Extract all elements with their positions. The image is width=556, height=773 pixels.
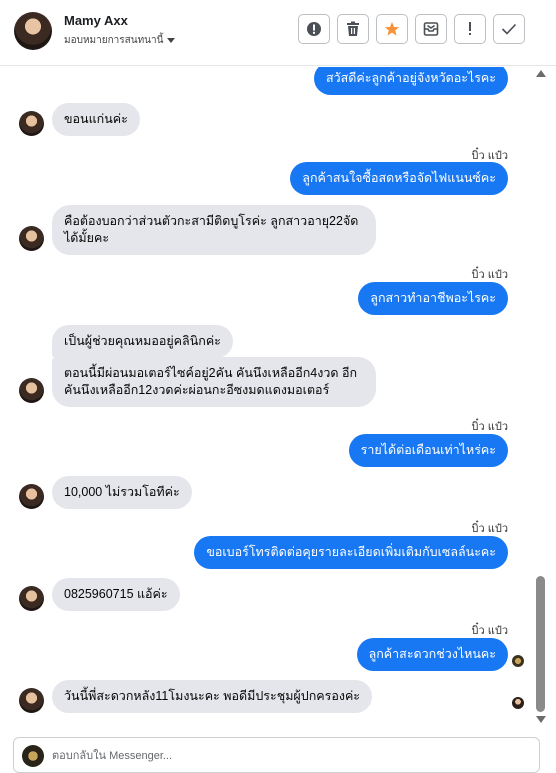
message-bubble-incoming: วันนี้พี่สะดวกหลัง11โมงนะคะ พอดีมีประชุม…	[52, 680, 373, 713]
contact-avatar-small	[19, 688, 44, 713]
scroll-down-arrow-icon[interactable]	[536, 716, 546, 723]
delete-button[interactable]	[337, 14, 369, 44]
exclamation-icon	[469, 22, 471, 35]
message-bubble-incoming: เป็นผู้ช่วยคุณหมออยู่คลินิกค่ะ	[52, 325, 233, 358]
message-bubble-outgoing: ลูกค้าสะดวกช่วงไหนคะ	[356, 638, 508, 671]
message-row-outgoing: ลูกค้าสนใจซื้อสดหรือจัดไฟแนนซ์คะ	[290, 162, 508, 195]
contact-avatar-small	[19, 378, 44, 403]
message-row-outgoing: ลูกค้าสะดวกช่วงไหนคะ	[356, 638, 508, 671]
reply-composer	[13, 737, 540, 773]
message-row-incoming: ขอนแก่นค่ะ	[19, 103, 140, 136]
seen-by-avatar	[512, 697, 524, 709]
message-bubble-outgoing: ลูกสาวทำอาชีพอะไรคะ	[358, 282, 508, 315]
message-row-incoming: 10,000 ไม่รวมโอทีค่ะ	[19, 476, 192, 509]
message-bubble-outgoing: ขอเบอร์โทรติดต่อคุยรายละเอียดเพิ่มเติมกั…	[194, 536, 508, 569]
contact-avatar-small	[19, 111, 44, 136]
read-receipt-avatar	[512, 655, 524, 667]
message-bubble-incoming: ขอนแก่นค่ะ	[52, 103, 140, 136]
exclamation-circle-icon	[307, 22, 321, 36]
contact-avatar-small	[19, 226, 44, 251]
assign-label: มอบหมายการสนทนานี้	[64, 35, 164, 46]
message-bubble-outgoing: รายได้ต่อเดือนเท่าไหร่คะ	[348, 434, 508, 467]
message-row-incoming: เป็นผู้ช่วยคุณหมออยู่คลินิกค่ะ	[52, 325, 233, 358]
page-avatar	[22, 745, 44, 767]
chevron-down-icon	[167, 38, 176, 43]
message-bubble-incoming: 0825960715 แอ้ค่ะ	[52, 578, 180, 611]
conversation-actions	[298, 14, 525, 44]
message-row-incoming: 0825960715 แอ้ค่ะ	[19, 578, 180, 611]
message-bubble-incoming: ตอนนี้มีผ่อนมอเตอร์ไซค์อยู่2คัน คันนึงเห…	[52, 357, 376, 407]
contact-avatar[interactable]	[14, 12, 52, 50]
message-scrollbar[interactable]	[534, 80, 548, 712]
conversation-header: Mamy Axx มอบหมายการสนทนานี้	[0, 0, 556, 66]
assign-conversation-dropdown[interactable]: มอบหมายการสนทนานี้	[64, 33, 176, 48]
message-bubble-outgoing: ลูกค้าสนใจซื้อสดหรือจัดไฟแนนซ์คะ	[290, 162, 508, 195]
check-icon	[501, 23, 517, 35]
sender-label: บิ๋ว แป๋ว	[471, 523, 508, 535]
message-row-incoming: วันนี้พี่สะดวกหลัง11โมงนะคะ พอดีมีประชุม…	[19, 680, 373, 713]
mark-done-button[interactable]	[493, 14, 525, 44]
message-row-incoming: คือต้องบอกว่าส่วนตัวกะสามีติดบูโรค่ะ ลูก…	[19, 205, 376, 255]
message-row-outgoing: ขอเบอร์โทรติดต่อคุยรายละเอียดเพิ่มเติมกั…	[194, 536, 508, 569]
reply-input[interactable]	[52, 746, 522, 766]
contact-avatar-small	[19, 586, 44, 611]
sender-label: บิ๋ว แป๋ว	[471, 269, 508, 281]
trash-icon	[347, 21, 359, 36]
message-bubble-incoming: 10,000 ไม่รวมโอทีค่ะ	[52, 476, 192, 509]
scrollbar-thumb[interactable]	[536, 576, 545, 712]
sender-label: บิ๋ว แป๋ว	[471, 421, 508, 433]
mark-spam-button[interactable]	[298, 14, 330, 44]
message-bubble-incoming: คือต้องบอกว่าส่วนตัวกะสามีติดบูโรค่ะ ลูก…	[52, 205, 376, 255]
message-row-outgoing: สวัสดีค่ะลูกค้าอยู่จังหวัดอะไรคะ	[313, 67, 508, 95]
message-row-outgoing: รายได้ต่อเดือนเท่าไหร่คะ	[348, 434, 508, 467]
message-thread: สวัสดีค่ะลูกค้าอยู่จังหวัดอะไรคะ ขอนแก่น…	[0, 67, 532, 732]
star-icon	[384, 22, 400, 36]
contact-avatar-small	[19, 484, 44, 509]
message-row-outgoing: ลูกสาวทำอาชีพอะไรคะ	[358, 282, 508, 315]
sender-label: บิ๋ว แป๋ว	[471, 625, 508, 637]
message-row-incoming: ตอนนี้มีผ่อนมอเตอร์ไซค์อยู่2คัน คันนึงเห…	[19, 357, 376, 407]
archive-button[interactable]	[415, 14, 447, 44]
mark-important-button[interactable]	[454, 14, 486, 44]
message-bubble-outgoing: สวัสดีค่ะลูกค้าอยู่จังหวัดอะไรคะ	[313, 67, 508, 95]
scroll-up-arrow-icon[interactable]	[536, 70, 546, 77]
contact-name[interactable]: Mamy Axx	[64, 13, 128, 28]
archive-icon	[423, 22, 439, 36]
star-button[interactable]	[376, 14, 408, 44]
